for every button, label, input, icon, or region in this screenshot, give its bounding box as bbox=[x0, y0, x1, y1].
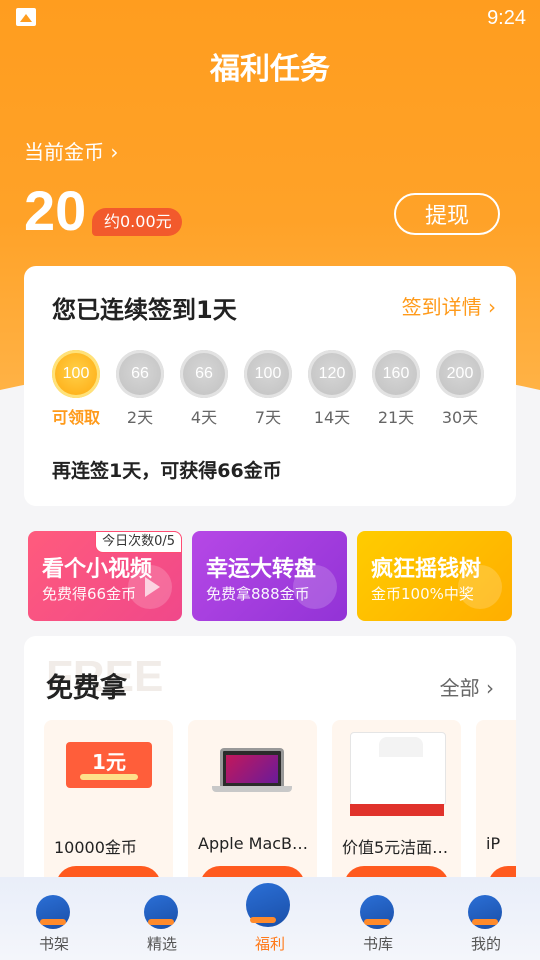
product-image bbox=[188, 720, 317, 820]
nav-label: 我的 bbox=[470, 935, 501, 953]
free-all-link[interactable]: 全部 › bbox=[440, 672, 494, 701]
signin-day: 66 2天 bbox=[112, 350, 168, 428]
laptop-image bbox=[220, 748, 284, 786]
current-coins-link[interactable]: 当前金币 › bbox=[24, 136, 118, 165]
coins-value: 20 bbox=[24, 179, 87, 242]
promo-subtitle: 免费拿888金币 bbox=[206, 585, 310, 603]
chevron-right-icon: › bbox=[488, 295, 496, 319]
nav-label: 书库 bbox=[362, 935, 393, 953]
nav-label: 福利 bbox=[254, 935, 285, 953]
promo-subtitle: 免费得66金币 bbox=[42, 585, 137, 603]
product-image: 1元 bbox=[44, 720, 173, 820]
promo-lucky-wheel[interactable]: 幸运大转盘 免费拿888金币 bbox=[192, 531, 347, 621]
profile-icon bbox=[468, 895, 502, 929]
signin-footer: 再连签1天，可获得66金币 bbox=[52, 460, 282, 482]
free-all-label: 全部 bbox=[439, 676, 480, 700]
product-image bbox=[476, 720, 516, 820]
product-card[interactable]: iP bbox=[476, 720, 516, 896]
day-label: 7天 bbox=[254, 408, 282, 427]
status-time: 9:24 bbox=[487, 7, 526, 29]
coin-icon: 100 bbox=[52, 350, 100, 398]
nav-item-featured[interactable]: 精选 bbox=[108, 877, 216, 960]
coin-icon: 66 bbox=[116, 350, 164, 398]
nav-item-bookshelf[interactable]: 书架 bbox=[0, 877, 108, 960]
gallery-icon bbox=[16, 8, 36, 26]
signin-day: 160 21天 bbox=[368, 350, 424, 428]
day-label: 21天 bbox=[377, 408, 415, 427]
free-section: FREE 免费拿 全部 › 1元 10000金币 Apple MacB… 价值5… bbox=[24, 636, 516, 896]
coin-icon: 66 bbox=[180, 350, 228, 398]
product-card[interactable]: 1元 10000金币 bbox=[44, 720, 173, 896]
bottom-nav: 书架 精选 福利 书库 我的 bbox=[0, 877, 540, 960]
signin-days: 100 可领取 66 2天 66 4天 100 7天 120 14天 160 2… bbox=[48, 350, 504, 430]
product-name: iP bbox=[486, 834, 501, 853]
day-label: 可领取 bbox=[51, 408, 100, 427]
free-section-title: 免费拿 bbox=[46, 673, 127, 704]
current-coins-label: 当前金币 bbox=[24, 140, 104, 164]
day-label: 4天 bbox=[190, 408, 218, 427]
library-icon bbox=[360, 895, 394, 929]
product-name: 价值5元洁面… bbox=[342, 838, 449, 857]
signin-day: 200 30天 bbox=[432, 350, 488, 428]
promo-money-tree[interactable]: 疯狂摇钱树 金币100%中奖 bbox=[357, 531, 512, 621]
nav-label: 书架 bbox=[38, 935, 69, 953]
coin-icon: 160 bbox=[372, 350, 420, 398]
coins-approx-badge: 约0.00元 bbox=[92, 208, 182, 236]
tissue-box-image bbox=[350, 732, 446, 806]
page-title: 福利任务 bbox=[210, 52, 330, 87]
nav-item-welfare[interactable]: 福利 bbox=[216, 877, 324, 960]
signin-day: 100 7天 bbox=[240, 350, 296, 428]
coin-icon: 100 bbox=[244, 350, 292, 398]
product-card[interactable]: Apple MacB… bbox=[188, 720, 317, 896]
status-bar: 9:24 bbox=[0, 0, 540, 36]
promo-title: 疯狂摇钱树 bbox=[371, 557, 482, 582]
featured-icon bbox=[144, 895, 178, 929]
signin-detail-label: 签到详情 bbox=[401, 295, 482, 319]
signin-title: 您已连续签到1天 bbox=[52, 296, 237, 324]
product-name: 10000金币 bbox=[54, 838, 137, 857]
chevron-right-icon: › bbox=[486, 676, 494, 700]
daily-count-badge: 今日次数0/5 bbox=[95, 531, 182, 553]
voucher-image: 1元 bbox=[66, 742, 152, 788]
nav-item-profile[interactable]: 我的 bbox=[432, 877, 540, 960]
nav-item-library[interactable]: 书库 bbox=[324, 877, 432, 960]
signin-card: 您已连续签到1天 签到详情 › 100 可领取 66 2天 66 4天 100 … bbox=[24, 266, 516, 506]
bookshelf-icon bbox=[36, 895, 70, 929]
signin-day[interactable]: 100 可领取 bbox=[48, 350, 104, 428]
withdraw-button[interactable]: 提现 bbox=[394, 193, 500, 235]
signin-detail-link[interactable]: 签到详情 › bbox=[402, 291, 496, 320]
day-label: 30天 bbox=[441, 408, 479, 427]
day-label: 14天 bbox=[313, 408, 351, 427]
coin-icon: 200 bbox=[436, 350, 484, 398]
welfare-icon bbox=[246, 883, 290, 927]
coin-icon: 120 bbox=[308, 350, 356, 398]
promo-title: 幸运大转盘 bbox=[206, 557, 317, 582]
signin-day: 120 14天 bbox=[304, 350, 360, 428]
nav-label: 精选 bbox=[146, 935, 177, 953]
voucher-amount: 1元 bbox=[92, 750, 126, 774]
day-label: 2天 bbox=[126, 408, 154, 427]
product-image bbox=[332, 720, 461, 820]
signin-day: 66 4天 bbox=[176, 350, 232, 428]
chevron-right-icon: › bbox=[110, 140, 119, 164]
product-card[interactable]: 价值5元洁面… bbox=[332, 720, 461, 896]
product-name: Apple MacB… bbox=[198, 834, 309, 853]
promo-title: 看个小视频 bbox=[42, 557, 153, 582]
promo-watch-video[interactable]: 看个小视频 免费得66金币 今日次数0/5 bbox=[28, 531, 182, 621]
promo-subtitle: 金币100%中奖 bbox=[371, 585, 474, 603]
